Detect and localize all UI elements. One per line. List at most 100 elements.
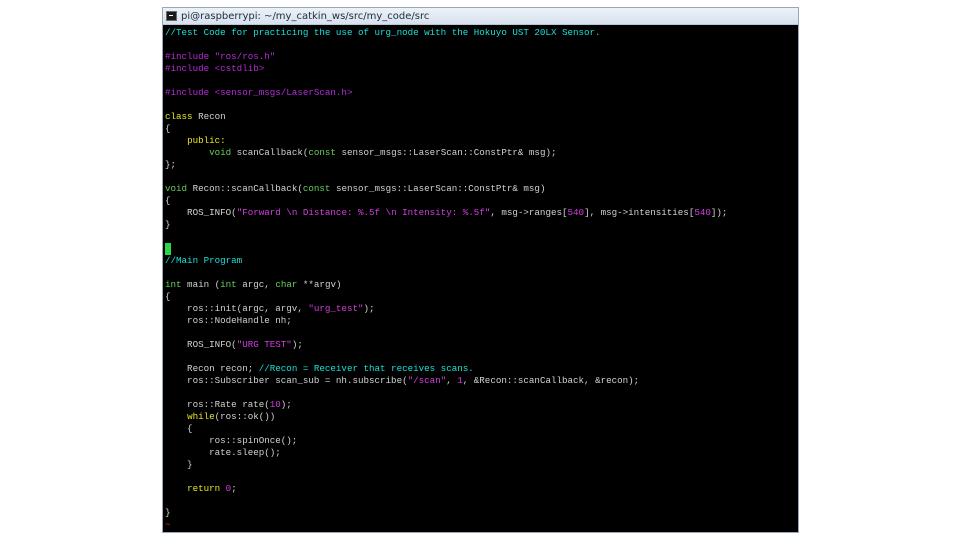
code-token-normal: ); [363,303,375,314]
code-token-comment: //Test Code for practicing the use of ur… [165,27,601,38]
code-token-normal: ], msg->intensities[ [584,207,695,218]
code-token-normal: ROS_INFO( [165,339,237,350]
title-bar[interactable]: pi@raspberrypi: ~/my_catkin_ws/src/my_co… [163,8,798,25]
code-line: #include <sensor_msgs/LaserScan.h> [165,87,798,99]
code-line: #include <cstdlib> [165,63,798,75]
code-token-string: "URG TEST" [236,339,292,350]
code-token-string: "urg_test" [308,303,364,314]
code-line: } [165,507,798,519]
code-token-comment: //Main Program [165,255,243,266]
code-line: //Main Program [165,255,798,267]
code-token-normal: ros::Rate rate( [165,399,270,410]
code-line: ros::Subscriber scan_sub = nh.subscribe(… [165,375,798,387]
code-line: }; [165,159,798,171]
code-line: } [165,219,798,231]
code-token-preproc: #include <cstdlib> [165,63,265,74]
code-token-normal: **argv) [297,279,342,290]
code-token-normal: { [165,291,171,302]
code-token-type: void [209,147,232,158]
code-line: ROS_INFO("URG TEST"); [165,339,798,351]
terminal-window[interactable]: pi@raspberrypi: ~/my_catkin_ws/src/my_co… [163,8,798,532]
code-token-normal: ); [291,339,303,350]
code-line: { [165,123,798,135]
code-token-type: const [308,147,336,158]
code-token-normal: sensor_msgs::LaserScan::ConstPtr& msg) [330,183,546,194]
code-token-type: int [220,279,237,290]
code-token-normal: rate.sleep(); [165,447,281,458]
code-token-normal: Recon [192,111,226,122]
code-token-normal: } [165,459,193,470]
code-token-string: "Forward \n Distance: %.5f \n Intensity:… [236,207,491,218]
code-token-normal: ROS_INFO( [165,207,237,218]
code-token-normal [165,411,187,422]
code-line: Recon recon; //Recon = Receiver that rec… [165,363,798,375]
code-token-normal: }; [165,159,177,170]
code-token-normal: (ros::ok()) [214,411,276,422]
code-token-preproc: #include "ros/ros.h" [165,51,276,62]
code-token-normal: ; [231,483,237,494]
code-line: class Recon [165,111,798,123]
code-line: while(ros::ok()) [165,411,798,423]
text-cursor [165,243,171,255]
code-token-normal: Recon recon; [165,363,259,374]
code-line: } [165,459,798,471]
code-token-normal: } [165,219,171,230]
code-token-number: 540 [567,207,585,218]
code-line: ROS_INFO("Forward \n Distance: %.5f \n I… [165,207,798,219]
code-line: { [165,423,798,435]
code-token-normal: ros::Subscriber scan_sub = nh.subscribe( [165,375,408,386]
terminal-icon [166,11,177,21]
code-token-type: void [165,183,188,194]
code-token-type: char [275,279,298,290]
code-token-comment: //Recon = Receiver that receives scans. [258,363,474,374]
code-token-normal: sensor_msgs::LaserScan::ConstPtr& msg); [335,147,557,158]
code-token-normal: , msg->ranges[ [490,207,568,218]
code-token-normal [165,147,209,158]
code-token-string: "/scan" [407,375,447,386]
code-line: ros::NodeHandle nh; [165,315,798,327]
code-token-normal [165,483,187,494]
code-token-normal: ros::NodeHandle nh; [165,315,292,326]
code-line: return 0; [165,483,798,495]
code-token-keyword: public: [187,135,226,146]
code-token-normal: argc, [236,279,276,290]
code-line: { [165,195,798,207]
code-line: void scanCallback(const sensor_msgs::Las… [165,147,798,159]
code-token-preproc: #include <sensor_msgs/LaserScan.h> [165,87,353,98]
code-token-number: 10 [269,399,281,410]
code-line: rate.sleep(); [165,447,798,459]
code-token-normal: Recon::scanCallback( [187,183,303,194]
terminal-content[interactable]: //Test Code for practicing the use of ur… [165,25,798,532]
code-token-normal [165,135,187,146]
code-line: //Test Code for practicing the use of ur… [165,27,798,39]
code-token-normal: { [165,123,171,134]
window-title: pi@raspberrypi: ~/my_catkin_ws/src/my_co… [181,10,430,22]
code-line: ros::spinOnce(); [165,435,798,447]
code-token-normal: , [446,375,458,386]
code-token-number: 540 [694,207,711,218]
code-token-normal: ); [280,399,292,410]
code-token-normal: ros::init(argc, argv, [165,303,309,314]
code-token-normal: main ( [181,279,221,290]
code-token-keyword: while [187,411,215,422]
code-line: int main (int argc, char **argv) [165,279,798,291]
code-token-keyword: return [187,483,221,494]
code-token-normal: { [165,423,193,434]
code-line [165,243,798,255]
code-line: ros::init(argc, argv, "urg_test"); [165,303,798,315]
code-token-keyword: class [165,111,193,122]
code-token-type: int [165,279,182,290]
code-token-tilde: ~ [165,519,171,530]
code-line: void Recon::scanCallback(const sensor_ms… [165,183,798,195]
code-line: public: [165,135,798,147]
code-line: #include "ros/ros.h" [165,51,798,63]
code-line: ros::Rate rate(10); [165,399,798,411]
